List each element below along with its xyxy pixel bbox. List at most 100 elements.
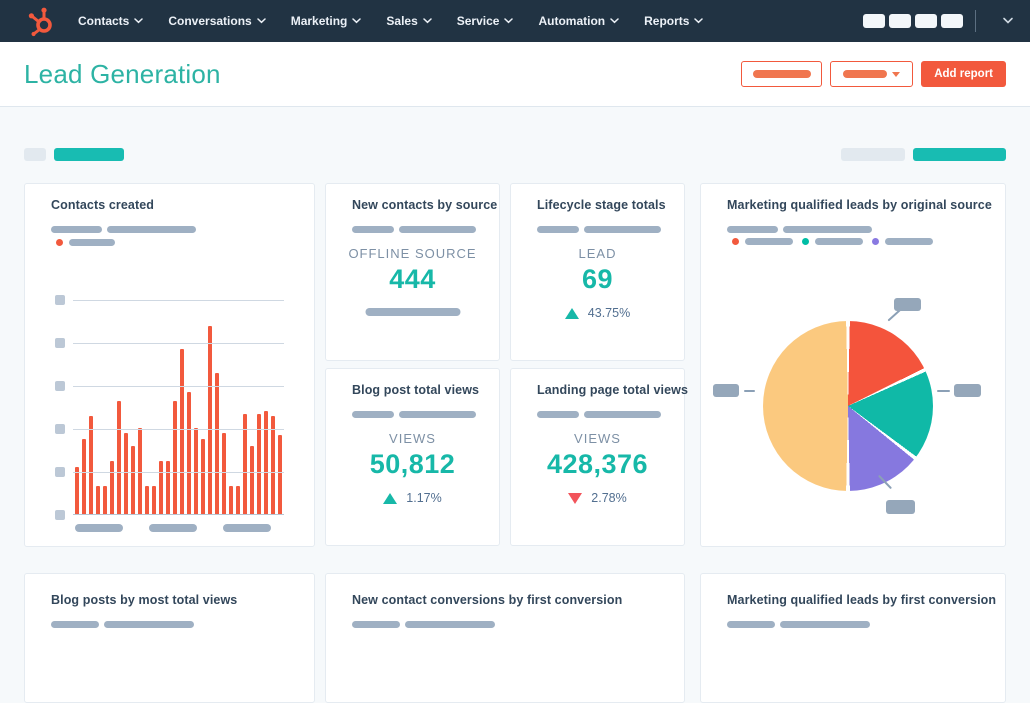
x-tick-label-placeholder: [149, 524, 197, 532]
report-meta-placeholder: [352, 621, 495, 628]
nav-item-marketing[interactable]: Marketing: [291, 14, 362, 28]
nav-action-placeholder[interactable]: [863, 14, 885, 28]
gridline: [73, 472, 284, 473]
hubspot-sprocket-icon: [28, 7, 52, 37]
pie-legend-item: [802, 238, 863, 245]
card-blog-posts-by-most-total-views: Blog posts by most total views: [24, 573, 315, 703]
report-title[interactable]: Blog posts by most total views: [51, 593, 237, 607]
placeholder-pill: [399, 411, 476, 418]
chevron-down-icon: [610, 18, 619, 24]
chevron-down-icon: [694, 18, 704, 24]
filter-chip-placeholder[interactable]: [24, 148, 46, 161]
nav-action-placeholder[interactable]: [889, 14, 911, 28]
bar: [117, 401, 121, 514]
nav-item-reports[interactable]: Reports: [644, 14, 704, 28]
account-chevron-down-icon[interactable]: [1002, 17, 1014, 25]
gridline: [73, 343, 284, 344]
card-landing-page-total-views: Landing page total views VIEWS 428,376 2…: [510, 368, 688, 546]
nav-action-placeholder[interactable]: [915, 14, 937, 28]
bar: [180, 349, 184, 514]
filter-chip-active-placeholder[interactable]: [913, 148, 1006, 161]
report-meta-placeholder: [51, 621, 194, 628]
filter-chip-active-placeholder[interactable]: [54, 148, 124, 161]
bar: [159, 461, 163, 514]
legend-dot-contacts: [56, 239, 63, 246]
x-axis-line: [73, 514, 284, 515]
pie-slice-label-placeholder: [954, 384, 981, 397]
legend-dot: [872, 238, 879, 245]
y-tick-label-placeholder: [55, 424, 65, 434]
report-title[interactable]: New contacts by source: [352, 198, 497, 212]
bar: [236, 486, 240, 514]
placeholder-pill: [352, 411, 394, 418]
bar: [75, 467, 79, 514]
button-label-placeholder: [843, 70, 888, 78]
kpi-delta: 43.75%: [511, 306, 684, 320]
nav-item-contacts[interactable]: Contacts: [78, 14, 144, 28]
legend-dot: [802, 238, 809, 245]
card-blog-post-total-views: Blog post total views VIEWS 50,812 1.17%: [325, 368, 500, 546]
add-report-button[interactable]: Add report: [921, 61, 1006, 87]
card-contacts-created: Contacts created: [24, 183, 315, 547]
nav-item-label: Conversations: [168, 14, 252, 28]
bar: [124, 433, 128, 514]
legend-label-placeholder: [815, 238, 863, 245]
report-title[interactable]: Lifecycle stage totals: [537, 198, 666, 212]
report-title[interactable]: Marketing qualified leads by first conve…: [727, 593, 996, 607]
bar: [103, 486, 107, 514]
placeholder-pill: [51, 226, 102, 233]
delta-direction-icon: [564, 307, 579, 319]
nav-action-placeholder[interactable]: [941, 14, 963, 28]
report-title[interactable]: Blog post total views: [352, 383, 479, 397]
dashboard-dropdown-button[interactable]: [830, 61, 914, 87]
pie-label-connector: [937, 390, 950, 392]
placeholder-pill: [783, 226, 872, 233]
y-tick-label-placeholder: [55, 510, 65, 520]
button-label-placeholder: [752, 70, 811, 78]
bar: [152, 486, 156, 514]
nav-item-service[interactable]: Service: [457, 14, 514, 28]
bar: [194, 428, 198, 514]
card-lifecycle-stage-totals: Lifecycle stage totals LEAD 69 43.75%: [510, 183, 685, 361]
bar: [110, 461, 114, 514]
kpi-delta: 2.78%: [511, 491, 684, 505]
nav-item-conversations[interactable]: Conversations: [168, 14, 266, 28]
pie-legend-item: [872, 238, 933, 245]
card-new-contacts-by-source: New contacts by source OFFLINE SOURCE 44…: [325, 183, 500, 361]
pie-slice-label-placeholder: [713, 384, 739, 397]
placeholder-pill: [584, 411, 661, 418]
report-title[interactable]: Marketing qualified leads by original so…: [727, 198, 992, 212]
filter-chip-placeholder[interactable]: [841, 148, 905, 161]
bar: [166, 461, 170, 514]
nav-item-sales[interactable]: Sales: [386, 14, 432, 28]
x-tick-label-placeholder: [75, 524, 123, 532]
placeholder-pill: [51, 621, 99, 628]
bar: [271, 416, 275, 514]
nav-menu: Contacts Conversations Marketing Sales Servi…: [78, 14, 704, 28]
chevron-down-icon: [423, 18, 432, 24]
bar: [138, 428, 142, 514]
chevron-down-icon: [134, 18, 144, 24]
report-title[interactable]: Landing page total views: [537, 383, 688, 397]
chevron-down-icon: [504, 18, 514, 24]
delta-value: 1.17%: [406, 491, 442, 505]
nav-item-label: Automation: [538, 14, 606, 28]
report-title[interactable]: Contacts created: [51, 198, 154, 212]
header-actions: Add report: [741, 61, 1006, 87]
dashboard-secondary-button[interactable]: [741, 61, 823, 87]
kpi-label: VIEWS: [574, 431, 621, 446]
kpi-delta: 1.17%: [326, 491, 499, 505]
legend-dot: [732, 238, 739, 245]
delta-direction-icon: [383, 492, 398, 504]
y-tick-label-placeholder: [55, 381, 65, 391]
hubspot-logo[interactable]: [26, 5, 60, 37]
placeholder-pill: [727, 226, 778, 233]
bar: [82, 439, 86, 514]
bar: [96, 486, 100, 514]
card-mql-by-original-source: Marketing qualified leads by original so…: [700, 183, 1006, 547]
kpi-label: VIEWS: [389, 431, 436, 446]
nav-item-label: Marketing: [290, 14, 348, 28]
chevron-down-icon: [352, 18, 362, 24]
nav-item-automation[interactable]: Automation: [538, 14, 619, 28]
report-title[interactable]: New contact conversions by first convers…: [352, 593, 622, 607]
